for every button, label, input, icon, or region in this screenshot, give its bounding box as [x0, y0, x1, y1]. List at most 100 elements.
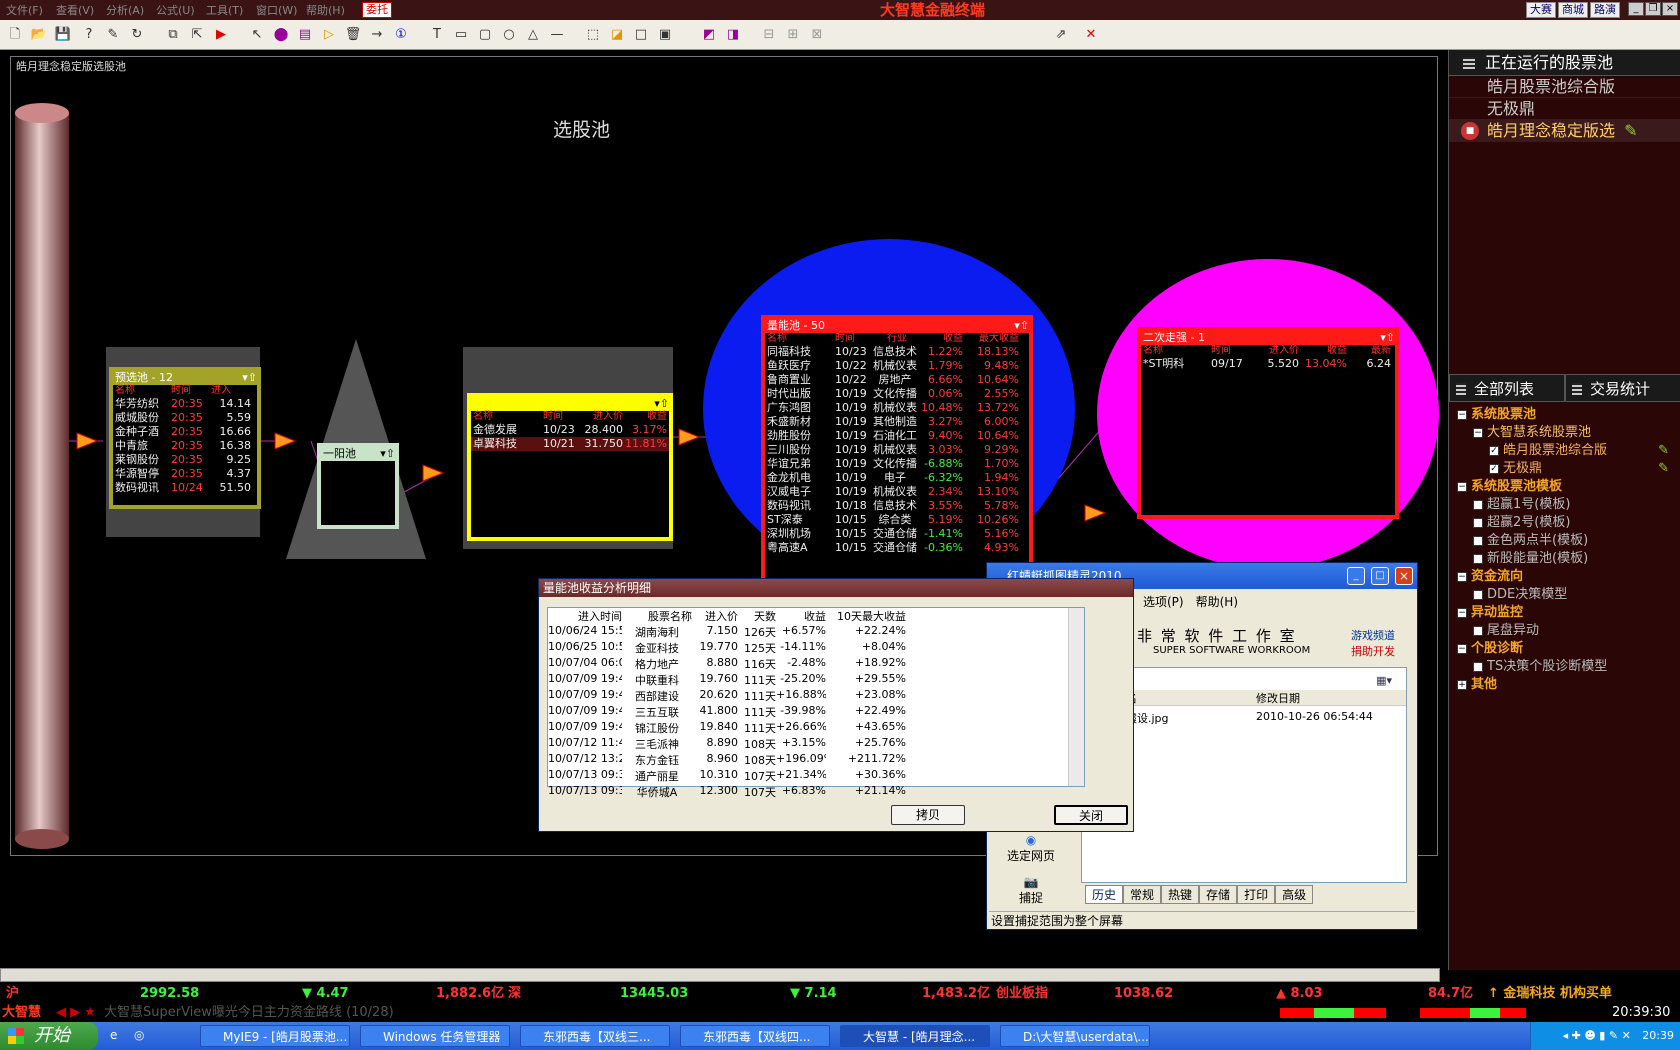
list-item[interactable]: 中青旅 20:35 16.38	[113, 439, 257, 453]
restore-icon[interactable]: ❐	[1645, 2, 1661, 16]
table-row[interactable]: 10/07/12 11:44三毛派神8.890108天+3.15%+25.76%	[548, 736, 1084, 752]
close-icon[interactable]: ×	[1662, 2, 1678, 16]
list-item[interactable]: 广东鸿图 10/19 机械仪表 10.48% 13.72%	[765, 401, 1029, 415]
list-item[interactable]: 时代出版 10/19 文化传播 0.06% 2.55%	[765, 387, 1029, 401]
arrow-icon[interactable]: →	[368, 26, 386, 44]
align3-icon[interactable]: ⊠	[808, 26, 826, 44]
edit-icon[interactable]: ✎	[1658, 442, 1669, 460]
checkbox-checked-icon[interactable]: ✓	[1489, 446, 1499, 456]
menu-analysis[interactable]: 分析(A)	[106, 2, 144, 18]
table-row[interactable]: 10/07/09 19:46西部建设20.620111天+16.88%+23.0…	[548, 688, 1084, 704]
checkbox-icon[interactable]	[1473, 500, 1483, 510]
circle-icon[interactable]: ○	[500, 26, 518, 44]
tab-all-list[interactable]: 全部列表	[1449, 374, 1565, 402]
edit-icon[interactable]: ✎	[1658, 460, 1669, 478]
tree-node[interactable]: + 其他	[1449, 676, 1680, 694]
select-webpage-button[interactable]: ◉ 选定网页	[989, 833, 1073, 865]
delete-icon[interactable]: 🗑	[344, 26, 362, 44]
panel-icon[interactable]: ▣	[656, 26, 674, 44]
copy-button[interactable]: 拷贝	[891, 805, 965, 825]
link-games[interactable]: 游戏频道	[1351, 627, 1395, 643]
task-myie9[interactable]: MyIE9 - [皓月股票池...	[200, 1025, 350, 1047]
menu-window[interactable]: 窗口(W)	[256, 2, 297, 18]
pool-menu-icon[interactable]: ▾⇧	[654, 397, 669, 411]
tab-hotkey[interactable]: 热键	[1161, 885, 1200, 904]
pre-pool-header[interactable]: 预选池 - 12 ▾⇧	[113, 371, 257, 385]
tab-history[interactable]: 历史	[1085, 885, 1124, 904]
menu-file[interactable]: 文件(F)	[6, 2, 43, 18]
collapse-icon[interactable]: −	[1473, 428, 1483, 438]
tree-node[interactable]: 尾盘异动	[1449, 622, 1680, 640]
ie-icon[interactable]: e	[110, 1028, 117, 1042]
expand-icon[interactable]: +	[1457, 680, 1467, 690]
triangle-icon[interactable]: △	[524, 26, 542, 44]
start-button[interactable]: 开始	[0, 1022, 98, 1050]
list-item[interactable]: 华芳纺织 20:35 14.14	[113, 397, 257, 411]
popout-icon[interactable]: ⇗	[1052, 26, 1070, 44]
list-item[interactable]: 禾盛新材 10/19 其他制造 3.27% 6.00%	[765, 415, 1029, 429]
list-item[interactable]: 金龙机电 10/19 电子 -6.32% 1.94%	[765, 471, 1029, 485]
table-row[interactable]: 10/07/09 19:46锦江股份19.840111天+26.66%+43.6…	[548, 720, 1084, 736]
analysis-list[interactable]: 进入时间 股票名称 进入价 天数 收益 10天最大收益 10/06/24 15:…	[547, 607, 1085, 799]
save-icon[interactable]: 💾	[54, 26, 72, 44]
view-mode-icon[interactable]: ▦▾	[1376, 674, 1392, 687]
link-roadshow[interactable]: 路演	[1590, 2, 1620, 18]
run-icon[interactable]: ▶	[212, 26, 230, 44]
align2-icon[interactable]: ⊞	[784, 26, 802, 44]
tree-node[interactable]: 新股能量池(模板)	[1449, 550, 1680, 568]
list-item[interactable]: 威城股份 20:35 5.59	[113, 411, 257, 425]
task-dxxd3[interactable]: 东邪西毒【双线三...	[520, 1025, 670, 1047]
menu-view[interactable]: 查看(V)	[56, 2, 94, 18]
checkbox-icon[interactable]	[1473, 626, 1483, 636]
list-item[interactable]: 数码视讯 10/24 51.50	[113, 481, 257, 495]
refresh-icon[interactable]: ↻	[128, 26, 146, 44]
tree-node[interactable]: 超赢1号(模板)	[1449, 496, 1680, 514]
link-mall[interactable]: 商城	[1558, 2, 1588, 18]
checkbox-icon[interactable]	[1473, 536, 1483, 546]
tree-icon[interactable]: ⧉	[164, 26, 182, 44]
select-area-icon[interactable]: ⬚	[584, 26, 602, 44]
second-pool[interactable]: 二次走强 - 1 ▾⇧ 名称 时间 进入价 收益 最新 *ST明科 09/17 5.…	[1137, 327, 1399, 519]
table-row[interactable]: 10/07/09 19:46中联重科19.760111天-25.20%+29.5…	[548, 672, 1084, 688]
one-yang-pool[interactable]: 一阳池 ▾⇧	[317, 443, 399, 529]
yellow-pool-header[interactable]: ▾⇧	[471, 397, 669, 411]
list-item[interactable]: 华谊兄弟 10/19 文化传播 -6.88% 1.70%	[765, 457, 1029, 471]
tab-storage[interactable]: 存储	[1199, 885, 1238, 904]
cylinder-icon[interactable]: ⬤	[272, 26, 290, 44]
tree-node[interactable]: − 资金流向	[1449, 568, 1680, 586]
list-item[interactable]: 数码视讯 10/18 信息技术 3.55% 5.78%	[765, 499, 1029, 513]
table-row[interactable]: 10/07/12 13:29东方金钰8.960108天+196.09%+211.…	[548, 752, 1084, 768]
tree-node[interactable]: DDE决策模型	[1449, 586, 1680, 604]
checkbox-icon[interactable]	[1473, 662, 1483, 672]
list-item[interactable]: 莱钢股份 20:35 9.25	[113, 453, 257, 467]
menu-formula[interactable]: 公式(U)	[156, 2, 195, 18]
collapse-icon[interactable]: −	[1457, 572, 1467, 582]
number-icon[interactable]: ①	[392, 26, 410, 44]
dialog-title-bar[interactable]: 量能池收益分析明细	[539, 579, 1133, 597]
list-item[interactable]: 汉威电子 10/19 机械仪表 2.34% 13.10%	[765, 485, 1029, 499]
checkbox-checked-icon[interactable]: ✓	[1489, 464, 1499, 474]
text-icon[interactable]: T	[428, 26, 446, 44]
minimize-icon[interactable]: _	[1628, 2, 1644, 16]
checkbox-icon[interactable]	[1473, 590, 1483, 600]
menu-help[interactable]: 帮助(H)	[306, 2, 345, 18]
energy-pool-header[interactable]: 量能池 - 50 ▾⇧	[765, 319, 1029, 333]
minimize-icon[interactable]: _	[1347, 567, 1365, 585]
list-item[interactable]: 深圳机场 10/15 交通仓储 -1.41% 5.16%	[765, 527, 1029, 541]
list-item[interactable]: 金德发展 10/23 28.400 3.17%	[471, 423, 669, 437]
quicklaunch-icon[interactable]: ◎	[134, 1028, 144, 1042]
open-folder-icon[interactable]: 📂	[30, 26, 48, 44]
fill-icon[interactable]: ◪	[608, 26, 626, 44]
menu-tools[interactable]: 工具(T)	[206, 2, 243, 18]
link-donate[interactable]: 捐助开发	[1351, 643, 1395, 659]
running-pool-item[interactable]: 皓月股票池综合版	[1449, 76, 1680, 98]
close-x-icon[interactable]: ✕	[1082, 26, 1100, 44]
tools-icon[interactable]: ✎	[104, 26, 122, 44]
list-item[interactable]: 鱼跃医疗 10/22 机械仪表 1.79% 9.48%	[765, 359, 1029, 373]
list-item[interactable]: 同福科技 10/23 信息技术 1.22% 18.13%	[765, 345, 1029, 359]
list-item[interactable]: 卓翼科技 10/21 31.750 11.81%	[471, 437, 669, 451]
nav-arrows-icon[interactable]: ◀ ▶ ★	[56, 1004, 96, 1022]
tab-advanced[interactable]: 高级	[1275, 885, 1314, 904]
pool-menu-icon[interactable]: ▾⇧	[380, 447, 395, 461]
list-item[interactable]: 华源智停 20:35 4.37	[113, 467, 257, 481]
